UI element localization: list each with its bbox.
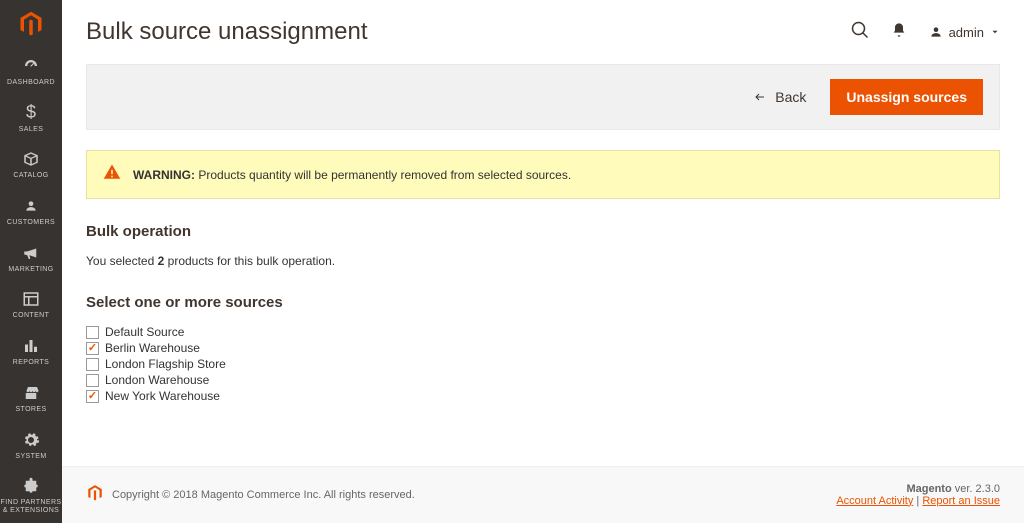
user-dropdown[interactable]: admin: [929, 25, 1000, 40]
unassign-sources-button[interactable]: Unassign sources: [830, 79, 983, 115]
source-label: Berlin Warehouse: [105, 341, 200, 355]
person-icon: [24, 196, 38, 216]
product-name: Magento: [906, 483, 951, 495]
content-area: WARNING: Products quantity will be perma…: [62, 130, 1024, 466]
source-list: Default Source Berlin Warehouse London F…: [86, 325, 1000, 403]
user-icon: [929, 25, 943, 39]
copyright-text: Copyright © 2018 Magento Commerce Inc. A…: [112, 489, 415, 501]
user-name: admin: [949, 25, 984, 40]
chevron-down-icon: [990, 27, 1000, 37]
megaphone-icon: [22, 243, 40, 263]
nav-label: REPORTS: [13, 359, 50, 367]
footer-left: Copyright © 2018 Magento Commerce Inc. A…: [86, 484, 415, 505]
arrow-left-icon: [753, 91, 767, 103]
source-label: Default Source: [105, 325, 184, 339]
nav-catalog[interactable]: CATALOG: [0, 141, 62, 188]
main-content: Bulk source unassignment admin Back Unas…: [62, 0, 1024, 523]
back-label: Back: [775, 89, 806, 105]
warning-label: WARNING:: [133, 168, 195, 182]
nav-label: CUSTOMERS: [7, 219, 55, 227]
nav-label: SALES: [19, 126, 44, 134]
action-toolbar: Back Unassign sources: [86, 64, 1000, 130]
source-item: Default Source: [86, 325, 1000, 339]
report-issue-link[interactable]: Report an Issue: [922, 495, 1000, 507]
source-checkbox[interactable]: [86, 326, 99, 339]
nav-reports[interactable]: REPORTS: [0, 328, 62, 375]
version: 2.3.0: [976, 483, 1000, 495]
ver-label: ver.: [952, 483, 976, 495]
store-icon: [22, 383, 40, 403]
nav-label: CATALOG: [13, 172, 48, 180]
search-icon[interactable]: [851, 21, 869, 44]
warning-body: Products quantity will be permanently re…: [198, 168, 571, 182]
page-title: Bulk source unassignment: [86, 18, 367, 46]
source-item: Berlin Warehouse: [86, 341, 1000, 355]
nav-content[interactable]: CONTENT: [0, 281, 62, 328]
source-item: London Warehouse: [86, 373, 1000, 387]
nav-stores[interactable]: STORES: [0, 375, 62, 422]
box-icon: [22, 149, 40, 169]
select-sources-heading: Select one or more sources: [86, 294, 1000, 311]
puzzle-icon: [22, 476, 40, 496]
source-item: London Flagship Store: [86, 357, 1000, 371]
source-label: New York Warehouse: [105, 389, 220, 403]
source-checkbox[interactable]: [86, 390, 99, 403]
warning-text: WARNING: Products quantity will be perma…: [133, 168, 571, 182]
warning-icon: [103, 163, 121, 186]
page-footer: Copyright © 2018 Magento Commerce Inc. A…: [62, 466, 1024, 523]
dollar-icon: $: [26, 103, 36, 123]
layout-icon: [22, 289, 40, 309]
selection-suffix: products for this bulk operation.: [164, 254, 335, 268]
bell-icon[interactable]: [891, 21, 907, 44]
account-activity-link[interactable]: Account Activity: [836, 495, 913, 507]
nav-label: STORES: [15, 406, 46, 414]
nav-marketing[interactable]: MARKETING: [0, 235, 62, 282]
nav-label: MARKETING: [8, 266, 53, 274]
nav-label: DASHBOARD: [7, 79, 55, 87]
nav-label: FIND PARTNERS & EXTENSIONS: [1, 499, 62, 514]
nav-sales[interactable]: $ SALES: [0, 95, 62, 142]
source-checkbox[interactable]: [86, 342, 99, 355]
source-label: London Flagship Store: [105, 357, 226, 371]
selection-info: You selected 2 products for this bulk op…: [86, 254, 1000, 268]
magento-logo-icon: [86, 484, 104, 505]
nav-customers[interactable]: CUSTOMERS: [0, 188, 62, 235]
source-item: New York Warehouse: [86, 389, 1000, 403]
source-label: London Warehouse: [105, 373, 209, 387]
magento-logo[interactable]: [0, 0, 62, 48]
dashboard-icon: [22, 56, 40, 76]
back-button[interactable]: Back: [743, 81, 816, 113]
magento-logo-icon: [17, 10, 45, 38]
bulk-operation-heading: Bulk operation: [86, 223, 1000, 240]
nav-system[interactable]: SYSTEM: [0, 422, 62, 469]
source-checkbox[interactable]: [86, 374, 99, 387]
side-navigation: DASHBOARD $ SALES CATALOG CUSTOMERS MARK…: [0, 0, 62, 523]
nav-label: CONTENT: [13, 312, 50, 320]
selection-prefix: You selected: [86, 254, 158, 268]
page-header: Bulk source unassignment admin: [62, 0, 1024, 64]
user-area: admin: [851, 21, 1000, 44]
nav-label: SYSTEM: [15, 453, 46, 461]
bar-chart-icon: [22, 336, 40, 356]
nav-dashboard[interactable]: DASHBOARD: [0, 48, 62, 95]
separator: |: [913, 495, 922, 507]
gear-icon: [22, 430, 40, 450]
footer-right: Magento ver. 2.3.0 Account Activity | Re…: [836, 483, 1000, 507]
warning-message: WARNING: Products quantity will be perma…: [86, 150, 1000, 199]
nav-partners[interactable]: FIND PARTNERS & EXTENSIONS: [0, 468, 62, 522]
source-checkbox[interactable]: [86, 358, 99, 371]
